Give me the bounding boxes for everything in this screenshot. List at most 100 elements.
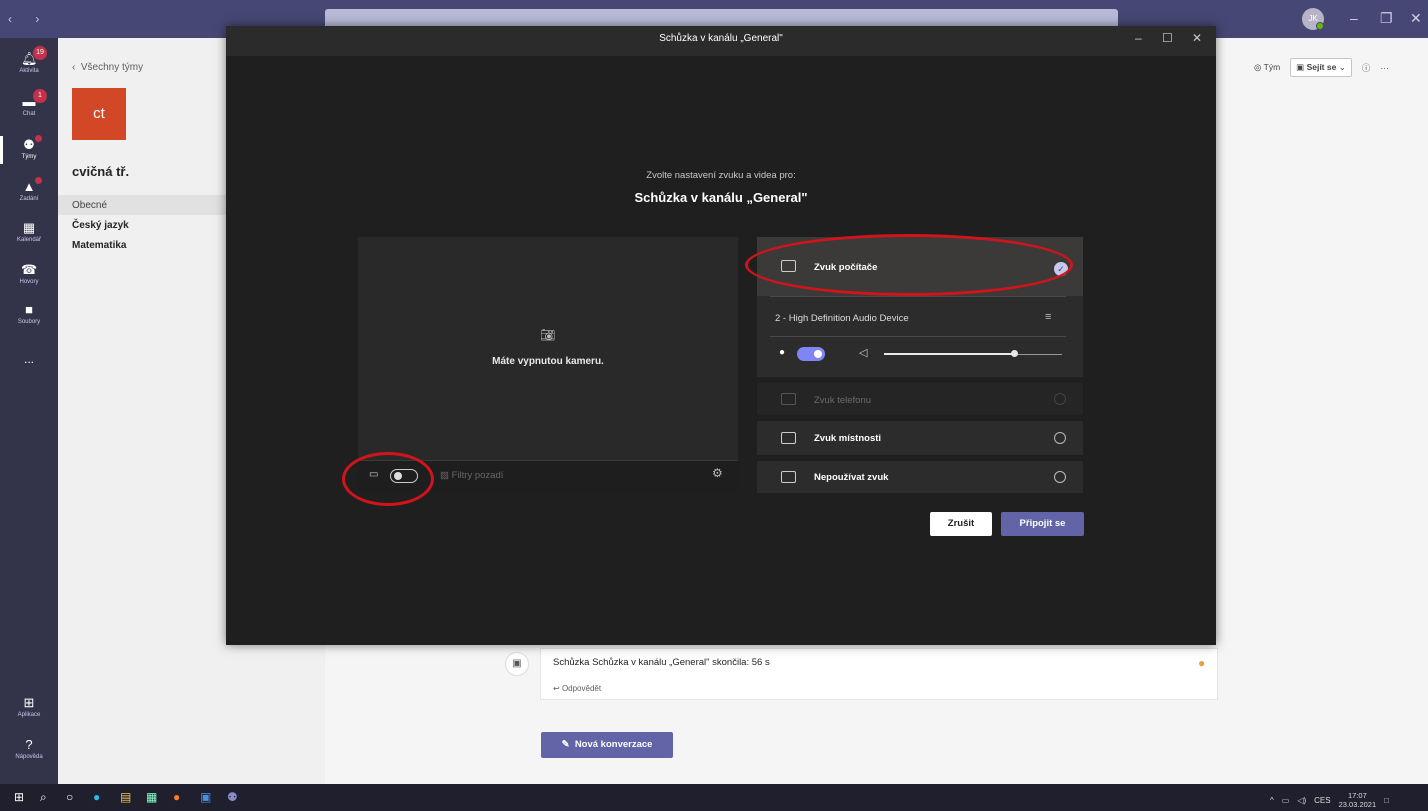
rail-item-apps[interactable]: ⊞ Aplikace — [0, 695, 58, 719]
radio-none[interactable] — [1054, 471, 1066, 483]
help-icon: ? — [25, 737, 33, 752]
cortana-icon[interactable]: ○ — [66, 790, 73, 804]
channel-czech[interactable]: Český jazyk — [72, 220, 129, 231]
audio-option-phone — [757, 383, 1083, 415]
rail-label: Týmy — [21, 154, 37, 160]
rail-item-calls[interactable]: ☎ Hovory — [0, 263, 58, 286]
new-conversation-button[interactable]: ✎ Nová konverzace — [541, 732, 673, 758]
channel-math[interactable]: Matematika — [72, 240, 126, 251]
reaction-emoji-icon[interactable]: ● — [1198, 656, 1205, 670]
meet-label: Sejít se — [1306, 62, 1337, 72]
team-name[interactable]: cvičná tř. — [72, 164, 129, 179]
rail-item-activity[interactable]: 🔔︎ 19 Aktivita — [0, 46, 58, 74]
calculator-icon[interactable]: ▦ — [146, 790, 157, 804]
camera-off-icon: 📷︎ — [540, 328, 556, 342]
firefox-icon[interactable]: ● — [173, 790, 180, 804]
apps-icon: ⊞ — [23, 695, 35, 710]
microphone-toggle[interactable] — [797, 347, 825, 361]
dialog-subtitle: Schůzka v kanálu „General" — [634, 190, 808, 205]
assignments-dot — [35, 177, 42, 184]
rail-label: Hovory — [19, 279, 39, 285]
teams-taskbar-icon[interactable]: ⚉ — [227, 790, 238, 804]
meeting-ended-text: Schůzka Schůzka v kanálu „General" skonč… — [553, 657, 770, 668]
activity-badge: 19 — [33, 46, 47, 60]
word-icon[interactable]: ▣ — [200, 790, 211, 804]
dialog-maximize-icon[interactable]: ☐ — [1162, 31, 1173, 45]
phone-audio-icon — [781, 393, 796, 405]
app-rail: 🔔︎ 19 Aktivita ▬ 1 Chat ⚉ Týmy ▲ Zadání … — [0, 38, 58, 784]
notifications-icon[interactable]: □ — [1384, 796, 1389, 805]
background-filters[interactable]: ▨ Filtry pozadí — [440, 470, 503, 481]
rail-label: Zadání — [19, 196, 39, 202]
rail-item-calendar[interactable]: ▦ Kalendář — [0, 220, 58, 244]
volume-slider-fill — [884, 353, 1014, 355]
minimize-icon[interactable]: – — [1350, 10, 1358, 26]
audio-option-label: Nepoužívat zvuk — [814, 472, 889, 483]
maximize-icon[interactable]: ❐ — [1380, 10, 1393, 27]
chat-badge: 1 — [33, 89, 47, 103]
audio-device-select[interactable]: 2 - High Definition Audio Device — [775, 313, 909, 324]
camera-off-text: Máte vypnutou kameru. — [492, 356, 604, 367]
back-link[interactable]: ‹ Všechny týmy — [72, 62, 143, 73]
reply-link[interactable]: ↩ Odpovědět — [553, 684, 601, 693]
channel-general[interactable]: Obecné — [72, 200, 107, 211]
channel-toolbar: ◎ Tým ▣ Sejít se ⌄ ⓘ ··· — [1254, 58, 1389, 77]
explorer-icon[interactable]: ▤ — [120, 790, 131, 804]
volume-icon[interactable]: ◁) — [1297, 796, 1306, 805]
room-audio-icon — [781, 432, 796, 444]
volume-slider-thumb[interactable] — [1010, 350, 1018, 357]
audio-option-none[interactable] — [757, 461, 1083, 493]
dialog-minimize-icon[interactable]: – — [1135, 31, 1142, 45]
rail-label: Kalendář — [16, 237, 42, 243]
radio-room[interactable] — [1054, 432, 1066, 444]
team-avatar: ct — [72, 88, 126, 140]
rail-label: Chat — [22, 111, 36, 117]
calendar-icon: ▦ — [22, 220, 36, 235]
toggle-knob — [814, 350, 822, 358]
filters-label: Filtry pozadí — [451, 470, 504, 481]
rail-item-files[interactable]: ■ Soubory — [0, 302, 58, 326]
windows-start-icon[interactable]: ⊞ — [14, 790, 24, 804]
clock[interactable]: 17:07 23.03.2021 — [1339, 791, 1377, 809]
file-icon: ■ — [25, 302, 33, 317]
rail-label: Aplikace — [17, 712, 41, 718]
rail-item-more[interactable]: ... — [0, 352, 58, 366]
clock-date: 23.03.2021 — [1338, 800, 1377, 809]
dialog-close-icon[interactable]: ✕ — [1192, 31, 1202, 45]
rail-item-teams[interactable]: ⚉ Týmy — [0, 135, 58, 164]
device-settings-icon[interactable]: ≡ — [1045, 311, 1051, 323]
divider — [770, 296, 1066, 297]
rail-item-help[interactable]: ? Nápověda — [0, 737, 58, 761]
microphone-icon: ● — [779, 347, 786, 358]
gear-icon[interactable]: ⚙ — [712, 466, 723, 480]
reply-label: Odpovědět — [561, 684, 602, 693]
join-button[interactable]: Připojit se — [1001, 512, 1084, 536]
network-icon[interactable]: ▭ — [1282, 796, 1290, 805]
rail-label: Soubory — [17, 319, 41, 325]
audio-option-label: Zvuk telefonu — [814, 395, 872, 406]
rail-label: Aktivita — [19, 68, 39, 74]
audio-option-room[interactable] — [757, 421, 1083, 455]
info-icon[interactable]: ⓘ — [1362, 62, 1371, 74]
edge-icon[interactable]: ● — [93, 790, 100, 804]
close-icon[interactable]: ✕ — [1410, 10, 1422, 27]
history-arrows[interactable]: ‹ › — [8, 12, 49, 26]
more-options-icon[interactable]: ··· — [1380, 63, 1389, 73]
teams-dot — [35, 135, 42, 142]
speaker-icon: ◁ — [859, 347, 868, 359]
tray-arrow-icon[interactable]: ^ — [1270, 796, 1274, 805]
dialog-prompt: Zvolte nastavení zvuku a videa pro: — [646, 170, 796, 181]
language-indicator[interactable]: CES — [1314, 796, 1330, 805]
annotation-ring-audio — [745, 234, 1073, 296]
rail-item-assignments[interactable]: ▲ Zadání — [0, 177, 58, 202]
divider — [770, 336, 1066, 337]
dialog-title: Schůzka v kanálu „General" — [659, 33, 783, 44]
back-label: Všechny týmy — [80, 62, 144, 73]
rail-item-chat[interactable]: ▬ 1 Chat — [0, 89, 58, 117]
team-button[interactable]: ◎ Tým — [1254, 62, 1280, 73]
search-icon[interactable]: ⌕ — [40, 790, 47, 805]
meet-now-button[interactable]: ▣ Sejít se ⌄ — [1290, 58, 1352, 77]
presence-dot — [1316, 22, 1324, 30]
annotation-ring-camera — [342, 452, 434, 506]
cancel-button[interactable]: Zrušit — [930, 512, 992, 536]
